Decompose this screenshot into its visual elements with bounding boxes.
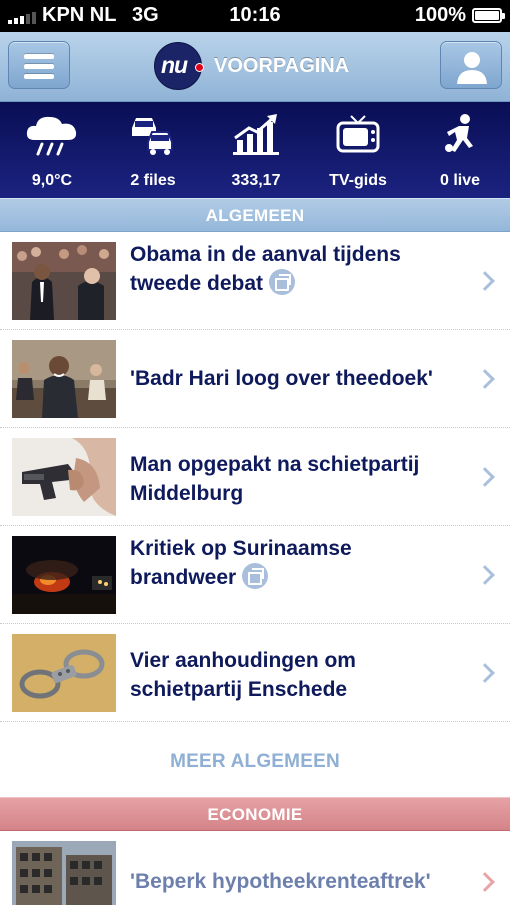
article-thumbnail [12,536,116,614]
article-headline: Kritiek op Surinaamse brandweer [130,537,352,589]
status-bar: KPN NL 3G 10:16 100% [0,0,510,32]
article-headline: 'Beperk hypotheekrenteaftrek' [130,870,431,893]
profile-button[interactable] [440,41,502,89]
live-matches-count: 0 live [439,172,481,189]
tv-guide-widget[interactable]: TV-gids [308,102,408,198]
article-thumbnail [12,634,116,712]
article-row[interactable]: 'Beperk hypotheekrenteaftrek' [0,831,510,905]
weather-widget[interactable]: 9,0°C [2,102,102,198]
chevron-right-icon [475,369,495,389]
article-row[interactable]: 'Badr Hari loog over theedoek' [0,330,510,428]
live-sports-widget[interactable]: 0 live [410,102,510,198]
section-header-economie: ECONOMIE [0,797,510,831]
chevron-right-icon [475,467,495,487]
chevron-right-icon [475,271,495,291]
article-row[interactable]: Vier aanhoudingen om schietpartij Ensche… [0,624,510,722]
photo-gallery-icon [242,563,269,589]
logo-text: nu [161,52,188,78]
info-widgets-bar: 9,0°C 2 files 333,17 TV-gids 0 live [0,102,510,198]
football-player-icon [445,114,473,152]
photo-gallery-icon [269,269,296,295]
stocks-widget[interactable]: 333,17 [206,102,306,198]
article-thumbnail [12,841,116,905]
article-thumbnail [12,242,116,320]
article-headline: Man opgepakt na schietpartij Middelburg [130,453,420,505]
navigation-bar: nu VOORPAGINA [0,32,510,102]
article-headline: Obama in de aanval tijdens tweede debat [130,243,401,295]
tv-guide-label: TV-gids [329,172,387,189]
brand: nu VOORPAGINA [154,42,349,90]
weather-temperature: 9,0°C [31,172,73,189]
section-header-algemeen: ALGEMEEN [0,198,510,232]
battery-percentage: 100% [414,4,466,26]
article-headline: 'Badr Hari loog over theedoek' [130,367,433,390]
article-thumbnail [12,438,116,516]
page-title: VOORPAGINA [214,54,350,77]
battery-icon [472,8,505,23]
article-row[interactable]: Obama in de aanval tijdens tweede debat [0,232,510,330]
nu-logo: nu [154,42,204,90]
chevron-right-icon [475,663,495,683]
traffic-widget[interactable]: 2 files [103,102,203,198]
rain-cloud-icon [26,116,77,156]
stock-index-value: 333,17 [231,172,281,189]
traffic-cars-icon [132,118,173,155]
user-profile-icon [457,52,487,84]
more-algemeen-link[interactable]: MEER ALGEMEEN [0,728,510,796]
chevron-right-icon [475,565,495,585]
traffic-jams-count: 2 files [130,172,176,189]
hamburger-menu-icon [24,54,54,84]
article-headline: Vier aanhoudingen om schietpartij Ensche… [130,649,356,701]
chevron-right-icon [475,872,495,892]
article-row[interactable]: Kritiek op Surinaamse brandweer [0,526,510,624]
stock-chart-icon [233,114,279,155]
article-row[interactable]: Man opgepakt na schietpartij Middelburg [0,428,510,526]
menu-button[interactable] [8,41,70,89]
tv-icon [336,115,380,153]
article-thumbnail [12,340,116,418]
